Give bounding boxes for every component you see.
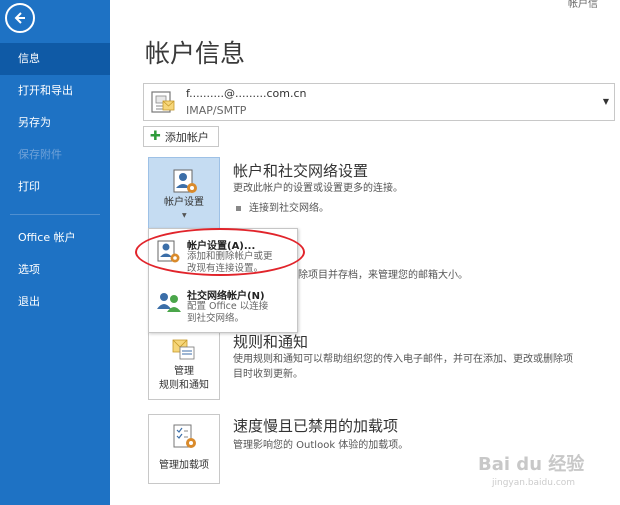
baidu-watermark: Bai du 经验 — [478, 454, 585, 475]
manage-rules-button[interactable]: 管理 规则和通知 — [148, 330, 220, 400]
rules-title: 规则和通知 — [233, 333, 309, 351]
mailbox-cleanup-desc: 除项目并存档，来管理您的邮箱大小。 — [298, 270, 468, 281]
back-arrow-icon — [14, 12, 25, 24]
highlight-annotation — [135, 228, 305, 276]
user-account-label[interactable]: 帐户信 — [568, 0, 598, 10]
rules-alerts-icon — [172, 339, 195, 360]
rules-desc-line1: 使用规则和通知可以帮助组织您的传入电子邮件，并可在添加、更改或删除项 — [233, 354, 573, 365]
social-network-bullet: 连接到社交网络。 — [236, 199, 329, 214]
rules-tile-line2: 规则和通知 — [159, 380, 209, 391]
page-title: 帐户信息 — [145, 39, 246, 68]
account-settings-icon — [173, 169, 197, 193]
account-settings-tile-label: 帐户设置 — [164, 197, 204, 208]
bullet-icon — [236, 205, 241, 211]
account-settings-button[interactable]: 帐户设置 ▼ — [148, 157, 220, 229]
sidebar-item-print[interactable]: 打印 — [0, 171, 110, 203]
back-button[interactable] — [5, 3, 35, 33]
menu-item-social-network-title: 社交网络帐户(N) — [187, 291, 265, 302]
sidebar-item-save-attachments: 保存附件 — [18, 148, 62, 161]
add-account-label: 添加帐户 — [164, 130, 209, 144]
rules-desc-line2: 目时收到更新。 — [233, 369, 303, 380]
account-email: f..........@.........com.cn — [186, 87, 307, 100]
add-account-button[interactable]: ✚ 添加帐户 — [143, 126, 219, 147]
baidu-watermark-url: jingyan.baidu.com — [492, 478, 576, 488]
sidebar-item-open-export[interactable]: 打开和导出 — [0, 75, 110, 107]
account-selector[interactable]: f..........@.........com.cn IMAP/SMTP ▼ — [143, 83, 615, 121]
sidebar: 信息 打开和导出 另存为 保存附件 打印 Office 帐户 选项 退出 — [0, 0, 110, 505]
sidebar-item-save-as[interactable]: 另存为 — [0, 107, 110, 139]
sidebar-item-exit[interactable]: 退出 — [0, 286, 110, 318]
addins-title: 速度慢且已禁用的加载项 — [233, 417, 399, 435]
sidebar-divider — [10, 214, 100, 215]
account-mail-icon — [151, 91, 175, 113]
rules-tile-line1: 管理 — [174, 366, 194, 377]
menu-item-social-network-desc2: 到社交网络。 — [187, 313, 245, 324]
plus-icon: ✚ — [150, 129, 161, 144]
social-network-bullet-text: 连接到社交网络。 — [249, 203, 329, 214]
account-settings-title: 帐户和社交网络设置 — [233, 162, 369, 180]
social-network-icon — [157, 293, 181, 312]
sidebar-item-info[interactable]: 信息 — [0, 43, 110, 75]
chevron-down-icon[interactable]: ▼ — [603, 97, 609, 106]
addins-desc: 管理影响您的 Outlook 体验的加载项。 — [233, 440, 409, 451]
addins-tile-label: 管理加载项 — [159, 460, 209, 471]
menu-item-social-network[interactable]: 社交网络帐户(N) 配置 Office 以连接 到社交网络。 — [149, 281, 297, 331]
menu-item-social-network-desc1: 配置 Office 以连接 — [187, 301, 269, 312]
addins-icon — [173, 424, 196, 448]
account-type: IMAP/SMTP — [186, 104, 247, 117]
manage-addins-button[interactable]: 管理加载项 — [148, 414, 220, 484]
sidebar-item-office-account[interactable]: Office 帐户 — [0, 222, 110, 254]
account-settings-desc: 更改此帐户的设置或设置更多的连接。 — [233, 183, 403, 194]
sidebar-item-options[interactable]: 选项 — [0, 254, 110, 286]
chevron-down-icon: ▼ — [182, 212, 187, 219]
